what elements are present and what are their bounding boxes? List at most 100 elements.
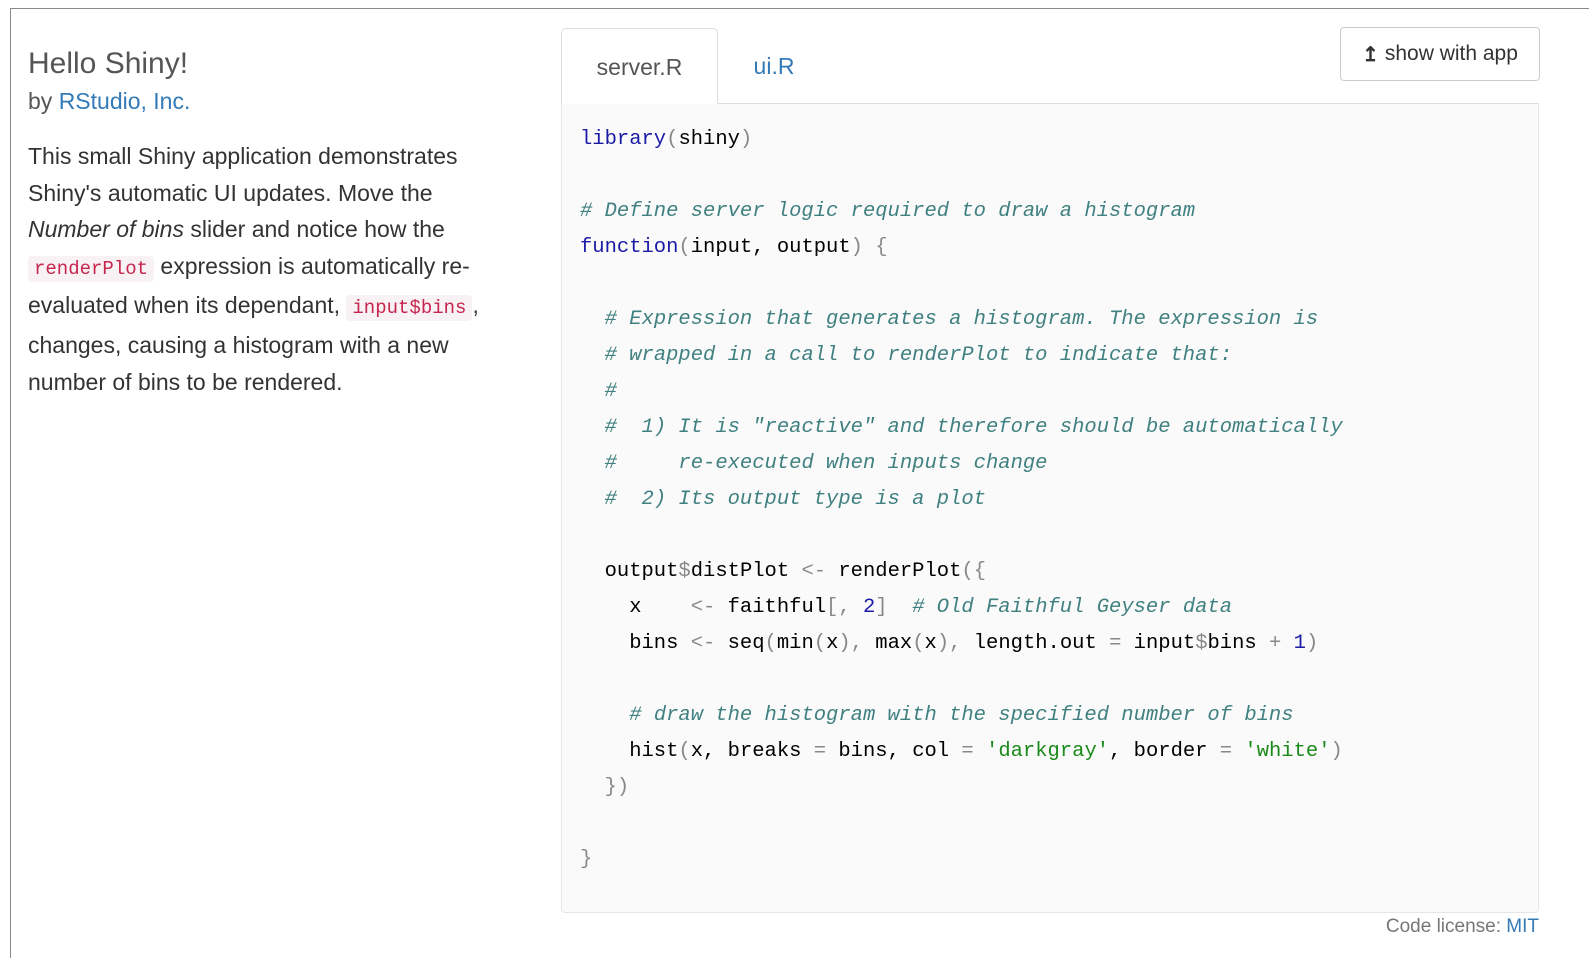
code-token: # draw the histogram with the specified … <box>629 704 1294 727</box>
code-line: # re-executed when inputs change <box>580 446 1343 482</box>
code-line: # Define server logic required to draw a… <box>580 194 1343 230</box>
code-token: bins, col <box>826 740 962 763</box>
code-line: # <box>580 374 1343 410</box>
code-token: = <box>961 740 974 763</box>
description-emphasis: Number of bins <box>28 216 184 243</box>
code-token: ), <box>838 632 876 655</box>
code-block: library(shiny) # Define server logic req… <box>580 122 1343 878</box>
code-token: # re-executed when inputs change <box>604 452 1048 475</box>
tab-server-r[interactable]: server.R <box>561 28 718 104</box>
code-token: , border <box>1109 740 1220 763</box>
code-token: 'white' <box>1244 740 1331 763</box>
code-token: } <box>580 848 593 871</box>
code-token: ( <box>912 632 925 655</box>
code-token: 2 <box>862 596 876 619</box>
code-token: = <box>1219 740 1233 763</box>
code-line: output$distPlot <- renderPlot({ <box>580 554 1343 590</box>
byline: by RStudio, Inc. <box>28 86 518 116</box>
code-token: # 2) Its output type is a plot <box>604 488 986 511</box>
code-line: library(shiny) <box>580 122 1343 158</box>
code-token: ( <box>764 632 777 655</box>
code-token: ( <box>678 236 691 259</box>
code-token: distPlot <box>690 560 802 583</box>
description-text-1: This small Shiny application demonstrate… <box>28 143 458 206</box>
code-token: 'darkgray' <box>986 740 1110 763</box>
code-line: }) <box>580 770 1343 806</box>
code-token: renderPlot <box>826 560 962 583</box>
code-token: [, <box>826 596 863 619</box>
code-line: # wrapped in a call to renderPlot to ind… <box>580 338 1343 374</box>
code-token: max <box>875 632 913 655</box>
code-line: hist(x, breaks = bins, col = 'darkgray',… <box>580 734 1343 770</box>
code-token: # <box>604 380 617 403</box>
code-token: ( <box>678 740 691 763</box>
code-line: function(input, output) { <box>580 230 1343 266</box>
code-license: Code license: MIT <box>1386 916 1539 938</box>
code-line: bins <- seq(min(x), max(x), length.out =… <box>580 626 1343 662</box>
code-token: x <box>580 596 691 619</box>
code-line: # draw the histogram with the specified … <box>580 698 1343 734</box>
code-token: input <box>1121 632 1196 655</box>
code-token: <- <box>690 632 716 655</box>
code-token: bins <box>1207 632 1270 655</box>
license-link[interactable]: MIT <box>1506 916 1539 937</box>
code-line: } <box>580 842 1343 878</box>
code-line: # 2) Its output type is a plot <box>580 482 1343 518</box>
code-panel: library(shiny) # Define server logic req… <box>561 103 1539 913</box>
code-token: <- <box>801 560 827 583</box>
code-token: length.out <box>973 632 1110 655</box>
code-token: function <box>580 236 679 259</box>
code-token: ( <box>813 632 827 655</box>
code-token: # Expression that generates a histogram.… <box>604 308 1319 331</box>
author-link[interactable]: RStudio, Inc. <box>59 88 191 114</box>
code-token: x, breaks <box>690 740 814 763</box>
code-token: ) <box>1330 740 1343 763</box>
show-with-app-button[interactable]: ↥ show with app <box>1340 27 1540 81</box>
code-token: library <box>580 128 667 151</box>
code-token: input, output <box>690 236 851 259</box>
code-token: $ <box>1195 632 1208 655</box>
code-token: faithful <box>715 596 827 619</box>
tab-ui-r[interactable]: ui.R <box>724 28 824 104</box>
code-token: shiny <box>678 128 740 151</box>
code-token: = <box>1109 632 1122 655</box>
code-token: x <box>924 632 937 655</box>
show-with-app-label: show with app <box>1384 42 1518 65</box>
code-line: x <- faithful[, 2] # Old Faithful Geyser… <box>580 590 1343 626</box>
code-token: # 1) It is "reactive" and therefore shou… <box>604 416 1343 439</box>
app-title: Hello Shiny! <box>28 47 189 80</box>
app-description: This small Shiny application demonstrate… <box>28 138 518 400</box>
code-token: # Old Faithful Geyser data <box>912 596 1233 619</box>
description-text-2: slider and notice how the <box>183 216 445 243</box>
byline-prefix: by <box>28 88 59 114</box>
code-token: }) <box>604 776 630 799</box>
code-token: ), <box>936 632 974 655</box>
license-prefix: Code license: <box>1385 916 1507 937</box>
code-token: ] <box>875 596 888 619</box>
inline-code-renderplot: renderPlot <box>28 255 155 282</box>
inline-code-input-bins: input$bins <box>346 295 473 322</box>
code-token: hist <box>580 740 679 763</box>
code-token: x <box>826 632 839 655</box>
code-token: ({ <box>961 560 986 583</box>
code-token: $ <box>678 560 691 583</box>
code-token: # Define server logic required to draw a… <box>580 200 1196 223</box>
arrow-up-icon: ↥ <box>1362 43 1379 66</box>
code-line: # 1) It is "reactive" and therefore shou… <box>580 410 1343 446</box>
